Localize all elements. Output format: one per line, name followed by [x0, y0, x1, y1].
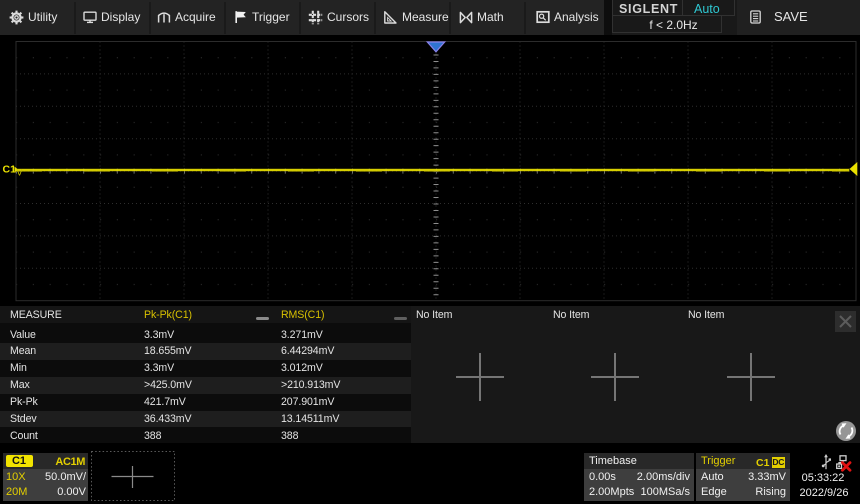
svg-text:V: V — [17, 168, 23, 178]
svg-text:C1: C1 — [3, 164, 17, 176]
